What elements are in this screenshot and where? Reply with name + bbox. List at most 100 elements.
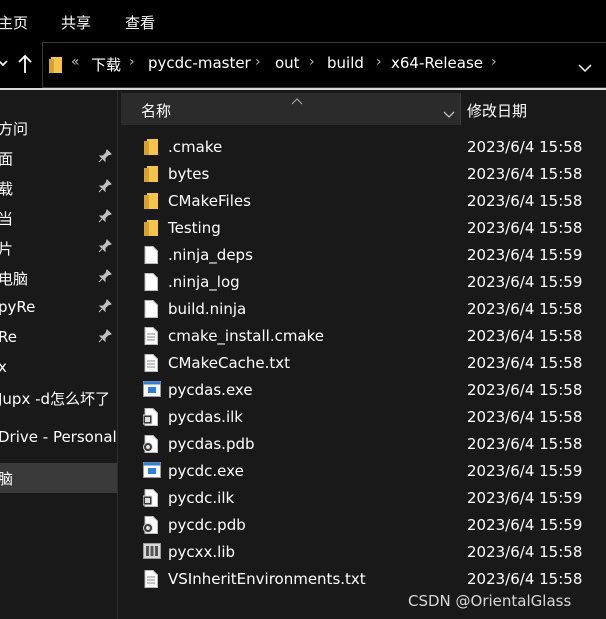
nav-item-label: pyRe — [0, 298, 36, 316]
breadcrumb-out[interactable]: out — [275, 54, 300, 72]
nav-item-upx-folder[interactable]: Jupx -d怎么坏了 — [0, 383, 118, 413]
chevron-right-icon[interactable]: › — [255, 54, 261, 70]
file-name: pycdas.exe — [168, 381, 253, 399]
file-row[interactable]: pycdas.exe 2023/6/4 15:58 — [121, 377, 606, 404]
nav-item-label: x — [0, 358, 7, 376]
nav-item-x[interactable]: x — [0, 353, 118, 383]
chevron-right-icon[interactable]: › — [376, 54, 382, 70]
file-row[interactable]: pycdas.ilk 2023/6/4 15:58 — [121, 404, 606, 431]
nav-item-quick-access[interactable]: 方问 — [0, 113, 118, 143]
nav-item-downloads[interactable]: 载 — [0, 173, 118, 203]
nav-item-onedrive-personal[interactable]: Drive - Personal — [0, 423, 118, 453]
up-arrow-icon[interactable] — [17, 54, 33, 78]
file-date: 2023/6/4 15:58 — [467, 219, 583, 237]
column-header-name-label: 名称 — [141, 102, 172, 120]
file-row[interactable]: .ninja_deps 2023/6/4 15:59 — [121, 242, 606, 269]
recent-locations-chevron-icon[interactable] — [0, 56, 8, 74]
column-header-date-label: 修改日期 — [467, 102, 528, 120]
nav-item-re[interactable]: Re — [0, 323, 118, 353]
file-name: pycdas.ilk — [168, 408, 243, 426]
ilk-file-icon — [142, 489, 161, 507]
file-name: pycdc.pdb — [168, 516, 246, 534]
nav-item-this-pc[interactable]: 脑 — [0, 463, 118, 493]
file-name: cmake_install.cmake — [168, 327, 325, 345]
watermark: CSDN @OrientalGlass — [408, 592, 572, 610]
folder-icon — [143, 219, 161, 237]
address-box[interactable]: « 下载 › pycdc-master › out › build › x64-… — [42, 42, 606, 88]
column-header-name[interactable]: 名称 — [121, 93, 460, 125]
nav-item-label: 电脑 — [0, 270, 29, 288]
file-date: 2023/6/4 15:59 — [467, 462, 583, 480]
file-row[interactable]: bytes 2023/6/4 15:58 — [121, 161, 606, 188]
nav-item-this-pc-pinned[interactable]: 电脑 — [0, 263, 118, 293]
nav-item-desktop[interactable]: 面 — [0, 143, 118, 173]
pin-icon — [98, 209, 112, 227]
column-filter-chevron-icon[interactable] — [443, 105, 455, 123]
address-bar-row: « 下载 › pycdc-master › out › build › x64-… — [0, 42, 606, 90]
lib-file-icon — [143, 543, 161, 561]
file-row[interactable]: build.ninja 2023/6/4 15:58 — [121, 296, 606, 323]
blank-file-icon — [143, 273, 161, 291]
chevron-right-icon[interactable]: › — [491, 54, 497, 70]
file-date: 2023/6/4 15:59 — [467, 273, 583, 291]
file-row[interactable]: CMakeFiles 2023/6/4 15:58 — [121, 188, 606, 215]
tab-home[interactable]: 主页 — [0, 12, 28, 33]
file-row[interactable]: .ninja_log 2023/6/4 15:59 — [121, 269, 606, 296]
pin-icon — [98, 299, 112, 317]
file-row[interactable]: pycdas.pdb 2023/6/4 15:58 — [121, 431, 606, 458]
file-date: 2023/6/4 15:58 — [467, 435, 583, 453]
pdb-file-icon — [143, 435, 161, 453]
file-name: pycdc.ilk — [168, 489, 235, 507]
address-history-chevron-icon[interactable] — [578, 59, 592, 77]
tab-view[interactable]: 查看 — [125, 12, 155, 33]
pin-icon — [98, 149, 112, 167]
pane-divider[interactable] — [117, 90, 118, 619]
tab-share[interactable]: 共享 — [61, 12, 91, 33]
navigation-pane: 方问 面 载 当 片 电脑 pyRe Re x Jupx -d怎么坏了 Driv… — [0, 90, 118, 619]
file-name: VSInheritEnvironments.txt — [168, 570, 366, 588]
breadcrumb-x64-release[interactable]: x64-Release — [391, 54, 483, 72]
file-row[interactable]: cmake_install.cmake 2023/6/4 15:58 — [121, 323, 606, 350]
file-name: pycdas.pdb — [168, 435, 255, 453]
text-file-icon — [143, 327, 161, 345]
pdb-file-icon — [143, 516, 161, 534]
ribbon: 主页 共享 查看 — [0, 0, 606, 42]
folder-icon — [143, 165, 161, 183]
file-row[interactable]: VSInheritEnvironments.txt 2023/6/4 15:58 — [121, 566, 606, 593]
chevron-right-icon[interactable]: › — [309, 54, 315, 70]
file-row[interactable]: pycdc.ilk 2023/6/4 15:59 — [121, 485, 606, 512]
file-date: 2023/6/4 15:58 — [467, 381, 583, 399]
exe-icon — [143, 462, 161, 480]
breadcrumb-build[interactable]: build — [327, 54, 364, 72]
nav-item-label: Jupx -d怎么坏了 — [0, 390, 111, 408]
nav-item-label: 当 — [0, 210, 14, 228]
file-row[interactable]: Testing 2023/6/4 15:58 — [121, 215, 606, 242]
file-date: 2023/6/4 15:59 — [467, 246, 583, 264]
nav-item-label: 脑 — [0, 470, 14, 488]
file-date: 2023/6/4 15:58 — [467, 165, 583, 183]
nav-item-pictures[interactable]: 片 — [0, 233, 118, 263]
file-name: .cmake — [168, 138, 223, 156]
file-name: pycxx.lib — [168, 543, 236, 561]
nav-item-documents[interactable]: 当 — [0, 203, 118, 233]
blank-file-icon — [143, 300, 161, 318]
pin-icon — [98, 239, 112, 257]
exe-icon — [143, 381, 161, 399]
text-file-icon — [143, 570, 161, 588]
file-name: CMakeCache.txt — [168, 354, 291, 372]
file-row[interactable]: pycxx.lib 2023/6/4 15:58 — [121, 539, 606, 566]
column-header-date[interactable]: 修改日期 — [461, 93, 606, 125]
file-date: 2023/6/4 15:59 — [467, 516, 583, 534]
file-row[interactable]: pycdc.pdb 2023/6/4 15:59 — [121, 512, 606, 539]
file-date: 2023/6/4 15:58 — [467, 138, 583, 156]
breadcrumb-downloads[interactable]: 下载 — [91, 54, 121, 75]
chevron-right-icon[interactable]: › — [129, 54, 135, 70]
file-name: Testing — [168, 219, 221, 237]
breadcrumb-pycdc-master[interactable]: pycdc-master — [148, 54, 251, 72]
file-name: .ninja_deps — [168, 246, 253, 264]
file-row[interactable]: pycdc.exe 2023/6/4 15:59 — [121, 458, 606, 485]
file-row[interactable]: CMakeCache.txt 2023/6/4 15:58 — [121, 350, 606, 377]
breadcrumb-overflow[interactable]: « — [71, 54, 80, 70]
file-row[interactable]: .cmake 2023/6/4 15:58 — [121, 134, 606, 161]
nav-item-pyre[interactable]: pyRe — [0, 293, 118, 323]
